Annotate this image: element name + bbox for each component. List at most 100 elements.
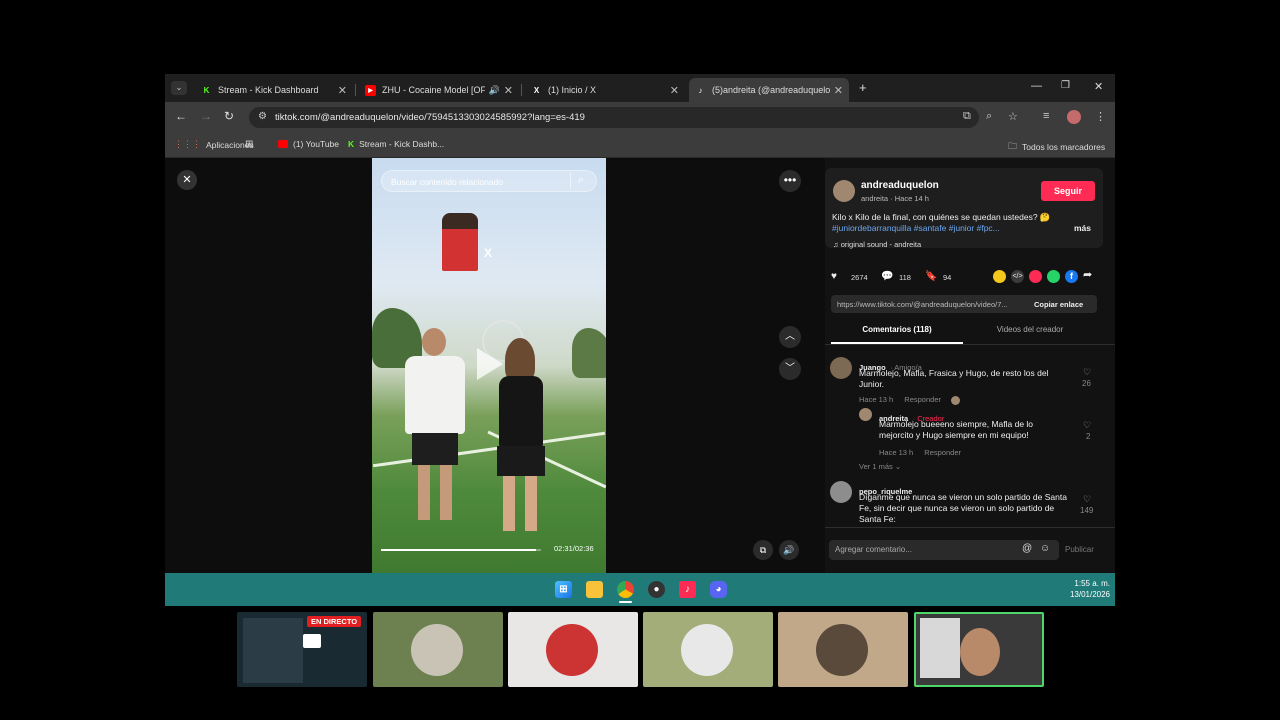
close-tab-icon[interactable]: ✕ xyxy=(670,84,679,97)
comment-like-count: 26 xyxy=(1082,379,1091,388)
bookmark-kick[interactable]: K Stream - Kick Dashb... xyxy=(348,139,444,149)
tab-tiktok[interactable]: ♪ (5)andreita (@andreaduquelon ✕ xyxy=(689,78,849,102)
tab-youtube[interactable]: ▶ ZHU - Cocaine Model [OFF 🔊 ✕ xyxy=(359,78,519,102)
video-player[interactable]: X Buscar contenido relacionado ⌕ 02:31/0… xyxy=(372,158,606,573)
emoji-share-icon[interactable] xyxy=(993,270,1006,283)
share-arrow-icon[interactable]: ➦ xyxy=(1083,268,1092,281)
copy-link-button[interactable]: Copiar enlace xyxy=(1034,300,1083,309)
thumbnail-participant[interactable] xyxy=(373,612,503,687)
comment-like-icon[interactable]: ♡ xyxy=(1083,420,1091,431)
tiktok-studio-icon[interactable]: ♪ xyxy=(679,581,696,598)
thumbnail-live-stream[interactable]: EN DIRECTO xyxy=(237,612,367,687)
commenter-avatar[interactable] xyxy=(830,357,852,379)
tab-kick[interactable]: K Stream - Kick Dashboard ✕ xyxy=(195,78,353,102)
site-settings-icon[interactable]: ⚙ xyxy=(258,111,267,122)
apps-grid-icon: ⋮⋮⋮ xyxy=(174,139,201,149)
chrome-icon[interactable] xyxy=(617,581,634,598)
kick-icon: K xyxy=(203,85,210,95)
profile-avatar[interactable] xyxy=(1067,110,1081,124)
minimize-button[interactable]: — xyxy=(1031,80,1042,92)
creator-liked-avatar xyxy=(951,395,961,405)
thumbnail-participant[interactable] xyxy=(508,612,638,687)
comment-text: Díganme que nunca se vieron un solo part… xyxy=(859,492,1067,524)
bookmark-youtube[interactable]: (1) YouTube xyxy=(278,139,339,149)
volume-icon[interactable]: 🔊 xyxy=(779,540,799,560)
speaker-icon[interactable]: 🔊 xyxy=(489,85,500,96)
reply-button[interactable]: Responder xyxy=(904,395,941,404)
tab-x[interactable]: X (1) Inicio / X ✕ xyxy=(525,78,685,102)
comment-meta: Hace 13 h Responder xyxy=(859,395,961,405)
restore-button[interactable]: ❐ xyxy=(1061,80,1070,91)
comment-like-count: 149 xyxy=(1080,506,1094,515)
bookmark-grid[interactable]: ⊞ xyxy=(245,139,253,150)
bookmark-all[interactable]: 🗀 Todos los marcadores xyxy=(1008,139,1105,155)
sound-link[interactable]: ♫ original sound - andreita xyxy=(833,240,921,249)
view-more-replies[interactable]: Ver 1 más ⌄ xyxy=(859,462,901,471)
install-icon[interactable]: ⧉ xyxy=(963,110,971,123)
tab-creator-videos[interactable]: Videos del creador xyxy=(963,322,1097,344)
reply-button[interactable]: Responder xyxy=(924,448,961,457)
menu-icon[interactable]: ⋮ xyxy=(1095,110,1106,123)
comment-input[interactable]: Agregar comentario... @ ☺ xyxy=(829,540,1059,560)
whatsapp-icon[interactable] xyxy=(1047,270,1060,283)
facebook-icon[interactable]: f xyxy=(1065,270,1078,283)
participant-avatar xyxy=(681,624,733,676)
publish-button[interactable]: Publicar xyxy=(1065,545,1094,554)
bookmark-star-icon[interactable]: ☆ xyxy=(1008,110,1018,123)
progress-track[interactable] xyxy=(381,549,541,551)
new-tab-button[interactable]: + xyxy=(859,80,867,95)
music-note-icon: ♫ xyxy=(833,240,841,249)
address-bar[interactable]: ⚙ tiktok.com/@andreaduquelon/video/75945… xyxy=(249,107,979,128)
reload-button[interactable]: ↻ xyxy=(224,109,234,123)
zoom-icon[interactable]: ⌕ xyxy=(986,110,992,123)
play-icon[interactable] xyxy=(477,348,503,380)
post-caption: Kilo x Kilo de la final, con quiénes se … xyxy=(832,212,1051,233)
thumbnail-active-speaker[interactable] xyxy=(914,612,1044,687)
windows-start-icon[interactable]: ⊞ xyxy=(555,581,572,598)
previous-video-button[interactable]: ︿ xyxy=(779,326,801,348)
next-video-button[interactable]: ﹀ xyxy=(779,358,801,380)
obs-icon[interactable]: ● xyxy=(648,581,665,598)
close-tab-icon[interactable]: ✕ xyxy=(834,84,843,97)
like-icon[interactable]: ♥ xyxy=(831,271,851,285)
mention-icon[interactable]: @ xyxy=(1022,543,1032,554)
tab-comments[interactable]: Comentarios (118) xyxy=(831,322,963,344)
comments-panel: andreaduquelon andreita · Hace 14 h Segu… xyxy=(825,158,1115,573)
thumbnail-participant[interactable] xyxy=(778,612,908,687)
thumbnail-participant[interactable] xyxy=(643,612,773,687)
more-options-button[interactable]: ••• xyxy=(779,170,801,192)
discord-icon[interactable]: ◕ xyxy=(710,581,727,598)
creator-username[interactable]: andreaduquelon xyxy=(861,180,939,191)
search-icon[interactable]: ⌕ xyxy=(578,174,584,187)
commenter-avatar[interactable] xyxy=(830,481,852,503)
post-link[interactable]: https://www.tiktok.com/@andreaduquelon/v… xyxy=(837,300,1027,309)
close-tab-icon[interactable]: ✕ xyxy=(338,84,347,97)
close-video-button[interactable]: ✕ xyxy=(177,170,197,190)
tab-search-button[interactable]: ⌄ xyxy=(171,81,187,95)
embed-icon[interactable]: </> xyxy=(1011,270,1024,283)
follow-button[interactable]: Seguir xyxy=(1041,181,1095,201)
close-tab-icon[interactable]: ✕ xyxy=(504,84,513,97)
send-to-friends-icon[interactable] xyxy=(1029,270,1042,283)
comment-like-icon[interactable]: ♡ xyxy=(1083,367,1091,378)
file-explorer-icon[interactable] xyxy=(586,581,603,598)
tab-title: (1) Inicio / X xyxy=(548,85,597,95)
close-window-button[interactable]: ✕ xyxy=(1094,80,1103,93)
related-search-input[interactable]: Buscar contenido relacionado ⌕ xyxy=(381,170,597,192)
creator-avatar[interactable] xyxy=(833,180,855,202)
media-icon[interactable]: ≡ xyxy=(1043,110,1049,122)
comment-icon[interactable]: 💬 xyxy=(881,271,893,282)
comment-text: Marmolejo, Mafla, Frasica y Hugo, de res… xyxy=(859,368,1049,389)
back-button[interactable]: ← xyxy=(175,109,187,123)
pip-icon[interactable]: ⧉ xyxy=(753,540,773,560)
more-caption-link[interactable]: más xyxy=(1074,223,1091,233)
post-hashtags[interactable]: #juniordebarranquilla #santafe #junior #… xyxy=(832,223,1000,233)
comment-like-icon[interactable]: ♡ xyxy=(1083,494,1091,505)
bookmark-apps[interactable]: ⋮⋮⋮ Aplicaciones xyxy=(174,139,254,150)
forward-button[interactable]: → xyxy=(200,109,212,123)
tab-title: (5)andreita (@andreaduquelon xyxy=(712,85,830,95)
creator-avatar[interactable] xyxy=(859,408,872,421)
system-clock[interactable]: 1:55 a. m. 13/01/2026 xyxy=(1060,578,1110,600)
bookmark-icon[interactable]: 🔖 xyxy=(925,271,937,282)
emoji-icon[interactable]: ☺ xyxy=(1040,543,1050,554)
